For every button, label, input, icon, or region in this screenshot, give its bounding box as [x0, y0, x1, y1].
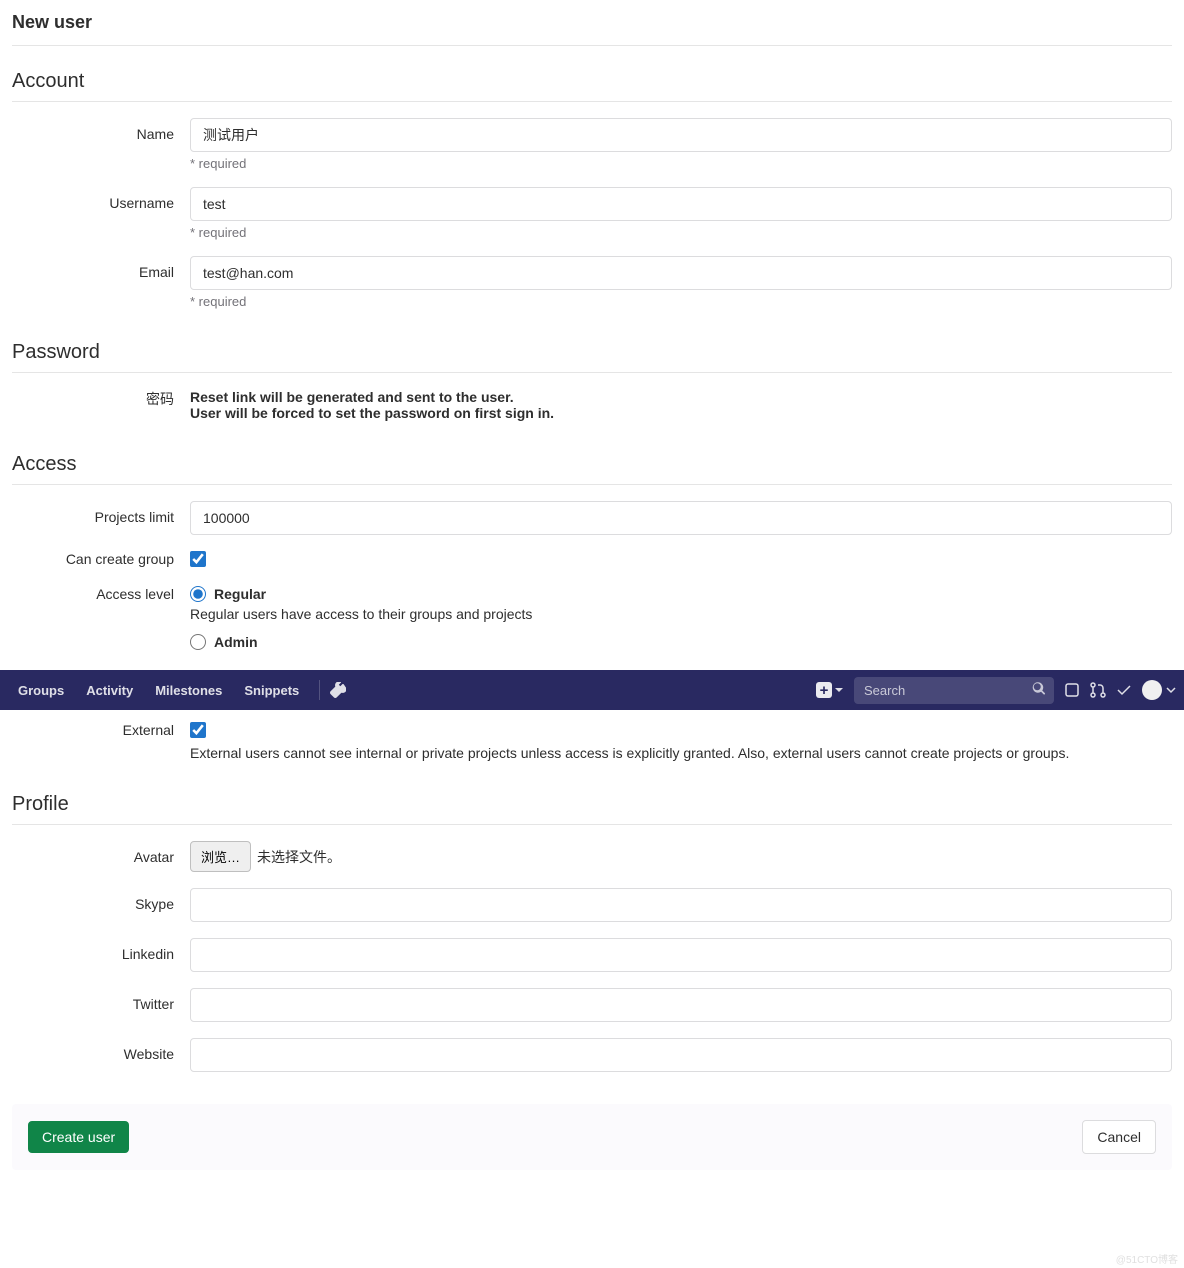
actions-bar: Create user Cancel — [12, 1104, 1172, 1170]
email-required-text: * required — [190, 294, 1172, 309]
password-section: Password 密码 Reset link will be generated… — [12, 341, 1172, 421]
new-dropdown[interactable]: + — [816, 682, 844, 698]
skype-field[interactable] — [190, 888, 1172, 922]
can-create-group-label: Can create group — [12, 551, 190, 567]
plus-icon: + — [816, 682, 832, 698]
website-field[interactable] — [190, 1038, 1172, 1072]
access-section: Access Projects limit Can create group A… — [12, 453, 1172, 761]
website-label: Website — [12, 1038, 190, 1062]
chevron-down-icon — [1166, 685, 1176, 695]
nav-milestones[interactable]: Milestones — [145, 675, 232, 706]
account-heading: Account — [12, 70, 1172, 102]
password-note-1: Reset link will be generated and sent to… — [190, 389, 1172, 405]
access-level-admin-radio[interactable] — [190, 634, 206, 650]
search-icon — [1032, 682, 1046, 699]
external-checkbox[interactable] — [190, 722, 206, 738]
page-title: New user — [12, 12, 1172, 46]
can-create-group-checkbox[interactable] — [190, 551, 206, 567]
user-menu[interactable] — [1142, 680, 1176, 700]
todos-icon[interactable] — [1116, 682, 1132, 698]
skype-label: Skype — [12, 888, 190, 912]
access-heading: Access — [12, 453, 1172, 485]
email-field[interactable] — [190, 256, 1172, 290]
password-note-2: User will be forced to set the password … — [190, 405, 1172, 421]
avatar-label: Avatar — [12, 841, 190, 865]
issues-icon[interactable] — [1064, 682, 1080, 698]
twitter-label: Twitter — [12, 988, 190, 1012]
search-input[interactable] — [854, 677, 1054, 704]
projects-limit-label: Projects limit — [12, 501, 190, 525]
nav-activity[interactable]: Activity — [76, 675, 143, 706]
linkedin-label: Linkedin — [12, 938, 190, 962]
access-level-regular-radio[interactable] — [190, 586, 206, 602]
projects-limit-field[interactable] — [190, 501, 1172, 535]
name-required-text: * required — [190, 156, 1172, 171]
name-label: Name — [12, 118, 190, 142]
username-label: Username — [12, 187, 190, 211]
access-level-regular-desc: Regular users have access to their group… — [190, 606, 1172, 622]
linkedin-field[interactable] — [190, 938, 1172, 972]
avatar-no-file-text: 未选择文件。 — [257, 847, 341, 867]
external-label: External — [12, 722, 190, 738]
avatar-browse-button[interactable]: 浏览… — [190, 841, 251, 872]
top-nav-bar: Groups Activity Milestones Snippets + — [0, 670, 1184, 710]
password-label: 密码 — [12, 389, 190, 409]
name-field[interactable] — [190, 118, 1172, 152]
profile-heading: Profile — [12, 793, 1172, 825]
access-level-admin-label: Admin — [214, 634, 258, 650]
watermark: @51CTO博客 — [1116, 1251, 1178, 1266]
nav-snippets[interactable]: Snippets — [234, 675, 309, 706]
nav-groups[interactable]: Groups — [8, 675, 74, 706]
email-label: Email — [12, 256, 190, 280]
username-field[interactable] — [190, 187, 1172, 221]
nav-divider — [319, 680, 320, 700]
username-required-text: * required — [190, 225, 1172, 240]
wrench-icon[interactable] — [330, 682, 346, 698]
merge-requests-icon[interactable] — [1090, 682, 1106, 698]
cancel-button[interactable]: Cancel — [1082, 1120, 1156, 1154]
account-section: Account Name * required Username * requi… — [12, 70, 1172, 309]
chevron-down-icon — [834, 685, 844, 695]
create-user-button[interactable]: Create user — [28, 1121, 129, 1153]
external-desc: External users cannot see internal or pr… — [190, 745, 1172, 761]
password-heading: Password — [12, 341, 1172, 373]
avatar — [1142, 680, 1162, 700]
access-level-label: Access level — [12, 586, 190, 602]
profile-section: Profile Avatar 浏览… 未选择文件。 Skype Linkedin… — [12, 793, 1172, 1072]
access-level-regular-label: Regular — [214, 586, 266, 602]
twitter-field[interactable] — [190, 988, 1172, 1022]
